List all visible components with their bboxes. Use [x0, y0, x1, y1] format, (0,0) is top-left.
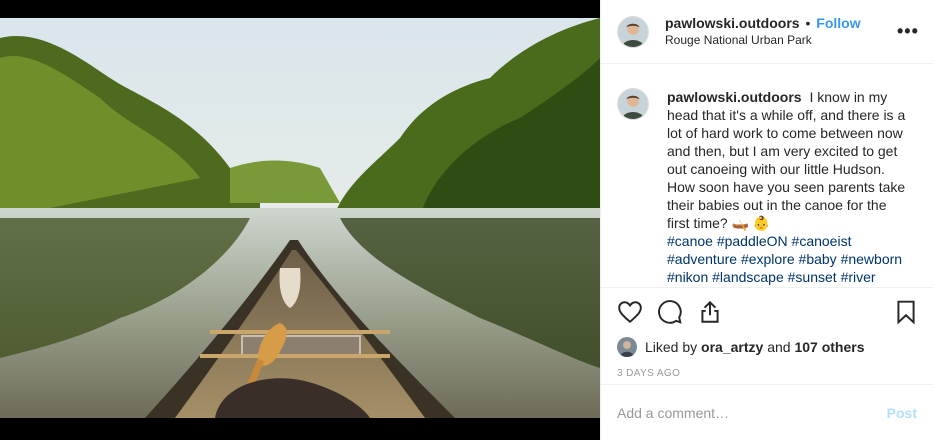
heart-icon[interactable]: [617, 299, 643, 325]
avatar-image: [617, 337, 637, 357]
canoe-river-photo: [0, 18, 600, 418]
post-side-panel: pawlowski.outdoors • Follow Rouge Nation…: [600, 0, 933, 440]
post-comment-button[interactable]: Post: [887, 405, 917, 421]
avatar-image: [618, 89, 648, 119]
post-photo[interactable]: [0, 18, 600, 418]
post-location[interactable]: Rouge National Urban Park: [665, 32, 897, 49]
caption-username[interactable]: pawlowski.outdoors: [667, 89, 802, 105]
liker-avatar[interactable]: [617, 337, 637, 357]
post-header: pawlowski.outdoors • Follow Rouge Nation…: [601, 0, 933, 64]
share-icon[interactable]: [697, 299, 723, 325]
liked-by-user[interactable]: ora_artzy: [701, 339, 763, 355]
comment-input[interactable]: [617, 404, 887, 421]
caption-text: I know in my head that it's a while off,…: [667, 89, 906, 231]
avatar-image: [618, 16, 648, 47]
likes-row: Liked by ora_artzy and 107 others: [601, 336, 933, 358]
caption-hashtags[interactable]: #canoe #paddleON #canoeist #adventure #e…: [667, 233, 902, 285]
caption-author-avatar[interactable]: [617, 88, 649, 120]
header-text: pawlowski.outdoors • Follow Rouge Nation…: [665, 15, 897, 49]
post-media: [0, 0, 600, 440]
post-caption: pawlowski.outdoors I know in my head tha…: [667, 88, 907, 286]
caption-area: pawlowski.outdoors I know in my head tha…: [601, 64, 933, 288]
liked-by-prefix: Liked by: [645, 339, 698, 355]
post-actions: [601, 288, 933, 336]
liked-by-others[interactable]: 107 others: [794, 339, 864, 355]
bookmark-icon[interactable]: [893, 299, 919, 325]
more-options-icon[interactable]: •••: [897, 21, 918, 42]
liked-by-and: and: [767, 339, 791, 355]
follow-button[interactable]: Follow: [816, 15, 860, 31]
author-username[interactable]: pawlowski.outdoors: [665, 15, 800, 31]
comment-icon[interactable]: [657, 299, 683, 325]
separator-dot: •: [805, 14, 811, 31]
header-top-row: pawlowski.outdoors • Follow: [665, 15, 897, 32]
post-timestamp[interactable]: 3 days ago: [601, 368, 933, 384]
author-avatar[interactable]: [617, 15, 649, 48]
add-comment-form: Post: [601, 384, 933, 440]
